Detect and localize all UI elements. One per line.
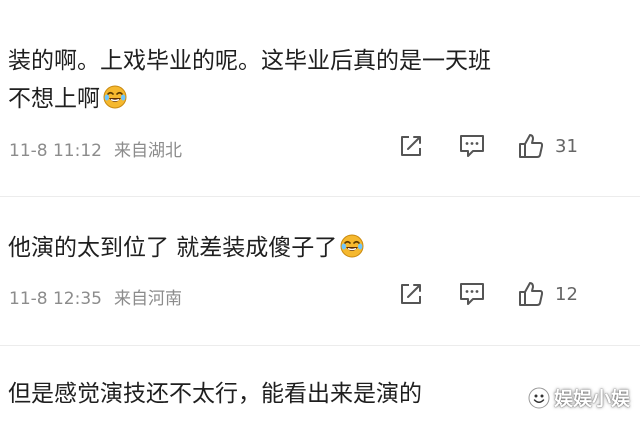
comment-text: 他演的太到位了 就差装成傻子了 [8, 229, 364, 267]
comment-icon [458, 281, 486, 307]
comment-button[interactable] [458, 277, 486, 311]
comment-time: 11-8 12:35 [9, 289, 102, 309]
watermark-text: 娱娱小娱 [553, 388, 630, 410]
share-icon [398, 133, 424, 159]
laughing-tears-emoji-icon [340, 232, 364, 258]
comment-actions: 31 [395, 129, 635, 163]
comment-item: 他演的太到位了 就差装成傻子了 11-8 12:35 来自河南 12 [0, 196, 640, 336]
like-count: 31 [555, 135, 578, 157]
comment-item: 装的啊。上戏毕业的呢。这毕业后真的是一天班 不想上啊 11-8 11:12 来自湖… [0, 0, 640, 180]
comment-time: 11-8 11:12 [9, 141, 102, 161]
comment-text-line: 但是感觉演技还不太行，能看出来是演的 [8, 381, 422, 407]
comment-text-line: 他演的太到位了 就差装成傻子了 [8, 235, 338, 261]
share-button[interactable] [398, 129, 424, 163]
comment-meta: 11-8 11:12 来自湖北 [9, 136, 182, 161]
comment-text-line: 装的啊。上戏毕业的呢。这毕业后真的是一天班 [8, 48, 491, 74]
comment-location: 来自湖北 [113, 141, 182, 161]
watermark-logo-icon [528, 387, 550, 409]
comment-text: 但是感觉演技还不太行，能看出来是演的 [8, 375, 422, 413]
comment-icon [458, 133, 486, 159]
like-icon [517, 280, 545, 308]
comment-text-line: 不想上啊 [8, 86, 100, 112]
watermark: 娱娱小娱 [528, 384, 630, 411]
like-count: 12 [555, 283, 578, 305]
comment-actions: 12 [395, 277, 635, 311]
share-button[interactable] [398, 277, 424, 311]
comment-button[interactable] [458, 129, 486, 163]
like-icon [517, 132, 545, 160]
like-button[interactable]: 31 [517, 129, 578, 163]
comment-meta: 11-8 12:35 来自河南 [9, 284, 182, 309]
like-button[interactable]: 12 [517, 277, 578, 311]
comment-location: 来自河南 [113, 289, 182, 309]
comment-text: 装的啊。上戏毕业的呢。这毕业后真的是一天班 不想上啊 [8, 42, 491, 118]
share-icon [398, 281, 424, 307]
laughing-tears-emoji-icon [103, 83, 127, 109]
